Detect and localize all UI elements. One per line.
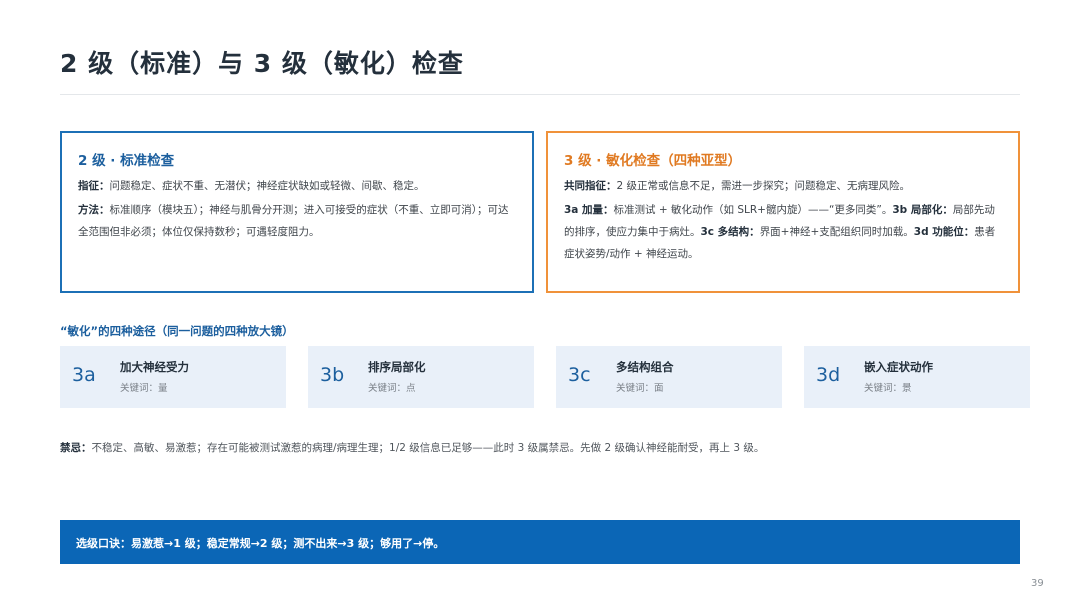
lens-name: 嵌入症状动作	[864, 360, 933, 374]
page-number: 39	[1031, 578, 1044, 589]
contraindication-note: 禁忌：不稳定、高敏、易激惹；存在可能被测试激惹的病理/病理生理；1/2 级信息已…	[60, 440, 764, 455]
sensitization-routes-title: “敏化”的四种途径（同一问题的四种放大镜）	[60, 324, 294, 338]
subtype-3c-label: 3c 多结构：	[700, 226, 760, 238]
lens-keyword: 关键词：量	[120, 383, 168, 394]
lens-keyword: 关键词：面	[616, 383, 664, 394]
subtype-3a-label: 3a 加量：	[564, 204, 614, 216]
sensitized-exam-card: 3 级 · 敏化检查（四种亚型） 共同指征：2 级正常或信息不足，需进一步探究；…	[546, 131, 1020, 293]
mnemonic-text: 选级口诀：易激惹→1 级；稳定常规→2 级；测不出来→3 级；够用了→停。	[76, 537, 445, 550]
lens-name: 加大神经受力	[120, 360, 189, 374]
common-indication-label: 共同指征：	[564, 180, 617, 192]
sensitized-common-indication: 共同指征：2 级正常或信息不足，需进一步探究；问题稳定、无病理风险。	[564, 175, 1002, 197]
title-divider	[60, 94, 1020, 95]
lens-code: 3b	[320, 364, 345, 386]
subtype-3c-text: 界面+神经+支配组织同时加载。	[759, 226, 914, 238]
lens-keyword: 关键词：景	[864, 383, 912, 394]
standard-indication: 指征：问题稳定、症状不重、无潜伏；神经症状缺如或轻微、间歇、稳定。	[78, 175, 516, 197]
lens-card-3c: 3c 多结构组合 关键词：面	[556, 346, 782, 408]
lens-card-3b: 3b 排序局部化 关键词：点	[308, 346, 534, 408]
lens-card-3d: 3d 嵌入症状动作 关键词：景	[804, 346, 1030, 408]
lens-keyword: 关键词：点	[368, 383, 416, 394]
lens-code: 3c	[568, 364, 591, 386]
lens-name: 多结构组合	[616, 360, 674, 374]
contraindication-label: 禁忌：	[60, 442, 92, 454]
sensitized-card-title: 3 级 · 敏化检查（四种亚型）	[564, 153, 742, 169]
subtype-3d-label: 3d 功能位：	[913, 226, 975, 238]
standard-method: 方法：标准顺序（模块五）；神经与肌骨分开测；进入可接受的症状（不重、立即可消）；…	[78, 199, 516, 243]
page-title: 2 级（标准）与 3 级（敏化）检查	[60, 49, 464, 78]
standard-indication-label: 指征：	[78, 180, 110, 192]
standard-method-label: 方法：	[78, 204, 110, 216]
contraindication-text: 不稳定、高敏、易激惹；存在可能被测试激惹的病理/病理生理；1/2 级信息已足够—…	[91, 442, 765, 454]
subtype-3a-text: 标准测试 + 敏化动作（如 SLR+髋内旋）——“更多同类”。	[613, 204, 893, 216]
standard-card-title: 2 级 · 标准检查	[78, 153, 175, 169]
lens-card-3a: 3a 加大神经受力 关键词：量	[60, 346, 286, 408]
lens-name: 排序局部化	[368, 360, 426, 374]
standard-exam-card: 2 级 · 标准检查 指征：问题稳定、症状不重、无潜伏；神经症状缺如或轻微、间歇…	[60, 131, 534, 293]
sensitized-subtypes: 3a 加量：标准测试 + 敏化动作（如 SLR+髋内旋）——“更多同类”。3b …	[564, 199, 1002, 265]
subtype-3b-label: 3b 局部化：	[892, 204, 953, 216]
common-indication-text: 2 级正常或信息不足，需进一步探究；问题稳定、无病理风险。	[616, 180, 911, 192]
lens-code: 3a	[72, 364, 96, 386]
mnemonic-bar: 选级口诀：易激惹→1 级；稳定常规→2 级；测不出来→3 级；够用了→停。	[60, 520, 1020, 564]
standard-indication-text: 问题稳定、症状不重、无潜伏；神经症状缺如或轻微、间歇、稳定。	[109, 180, 425, 192]
standard-method-text: 标准顺序（模块五）；神经与肌骨分开测；进入可接受的症状（不重、立即可消）；可达全…	[78, 204, 509, 238]
lens-code: 3d	[816, 364, 841, 386]
